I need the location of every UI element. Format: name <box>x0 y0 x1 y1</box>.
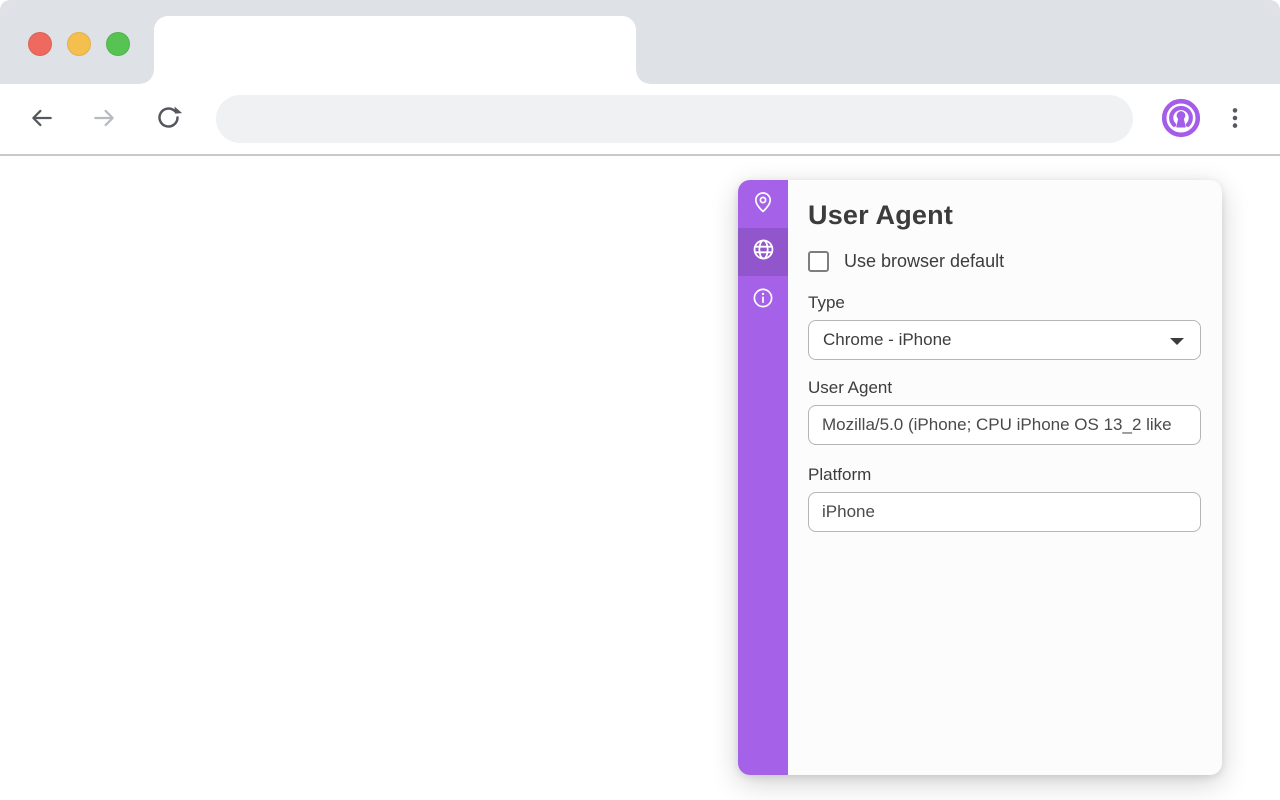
minimize-window-button[interactable] <box>67 32 91 56</box>
sidebar-item-info[interactable] <box>738 276 788 324</box>
maximize-window-button[interactable] <box>106 32 130 56</box>
forward-arrow-icon <box>91 105 117 134</box>
platform-label: Platform <box>808 465 1201 485</box>
browser-window: User Agent Use browser default Type Chro… <box>0 0 1280 800</box>
popup-main: User Agent Use browser default Type Chro… <box>788 180 1222 775</box>
forward-button[interactable] <box>82 97 126 141</box>
use-browser-default-row: Use browser default <box>808 251 1201 272</box>
browser-toolbar <box>0 84 1280 156</box>
window-controls <box>28 32 130 56</box>
browser-menu-button[interactable] <box>1215 97 1255 141</box>
back-arrow-icon <box>29 105 55 134</box>
extension-popup: User Agent Use browser default Type Chro… <box>738 180 1222 775</box>
use-browser-default-label: Use browser default <box>844 251 1004 272</box>
browser-tab[interactable] <box>154 16 636 84</box>
vytal-keyhole-icon <box>1160 97 1202 142</box>
reload-icon <box>155 104 182 134</box>
platform-input[interactable] <box>808 492 1201 532</box>
extension-button[interactable] <box>1159 97 1203 141</box>
page-content: User Agent Use browser default Type Chro… <box>0 156 1280 800</box>
address-bar-input[interactable] <box>216 95 1133 143</box>
user-agent-label: User Agent <box>808 378 1201 398</box>
type-select-value: Chrome - iPhone <box>823 330 952 350</box>
user-agent-input[interactable] <box>808 405 1201 445</box>
sidebar-item-location[interactable] <box>738 180 788 228</box>
location-pin-icon <box>751 190 775 219</box>
globe-icon <box>751 237 776 267</box>
tab-strip <box>0 0 1280 84</box>
chevron-down-icon <box>1170 338 1184 345</box>
type-select[interactable]: Chrome - iPhone <box>808 320 1201 360</box>
back-button[interactable] <box>20 97 64 141</box>
use-browser-default-checkbox[interactable] <box>808 251 829 272</box>
sidebar-item-user-agent[interactable] <box>738 228 788 276</box>
page-title: User Agent <box>808 200 1201 231</box>
reload-button[interactable] <box>146 97 190 141</box>
info-icon <box>751 286 775 315</box>
close-window-button[interactable] <box>28 32 52 56</box>
kebab-menu-icon <box>1222 105 1248 134</box>
popup-sidebar <box>738 180 788 775</box>
type-label: Type <box>808 293 1201 313</box>
